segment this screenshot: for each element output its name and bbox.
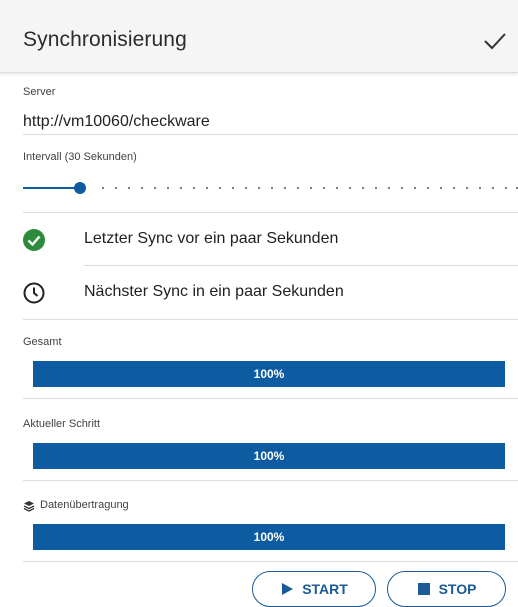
interval-slider[interactable] bbox=[23, 178, 518, 198]
total-progress-bar: 100% bbox=[33, 361, 505, 387]
layers-icon bbox=[23, 501, 35, 512]
data-transfer-divider bbox=[23, 561, 518, 562]
clock-icon bbox=[23, 282, 45, 304]
status-divider bbox=[84, 265, 518, 266]
stop-button[interactable]: STOP bbox=[387, 571, 506, 607]
stop-icon bbox=[417, 583, 430, 595]
data-transfer-progress-bar: 100% bbox=[33, 524, 505, 550]
slider-thumb bbox=[74, 182, 86, 194]
next-sync-text: Nächster Sync in ein paar Sekunden bbox=[84, 283, 344, 300]
check-icon[interactable] bbox=[482, 28, 508, 54]
start-button[interactable]: START bbox=[252, 571, 376, 607]
last-sync-row: Letzter Sync vor ein paar Sekunden bbox=[0, 220, 518, 260]
app-header: Synchronisierung bbox=[0, 0, 518, 73]
server-label: Server bbox=[23, 86, 56, 98]
total-progress-text: 100% bbox=[253, 367, 285, 381]
data-transfer-label: Datenübertragung bbox=[40, 499, 129, 511]
next-sync-row: Nächster Sync in ein paar Sekunden bbox=[0, 273, 518, 313]
page-title: Synchronisierung bbox=[23, 28, 187, 51]
start-button-label: START bbox=[302, 581, 348, 597]
server-divider bbox=[23, 134, 518, 135]
play-icon bbox=[282, 583, 294, 595]
current-step-label: Aktueller Schritt bbox=[23, 418, 101, 430]
interval-divider bbox=[23, 212, 518, 213]
current-step-progress-bar: 100% bbox=[33, 443, 505, 469]
check-circle-icon bbox=[23, 229, 45, 251]
status-bottom-divider bbox=[23, 319, 518, 320]
total-progress-label: Gesamt bbox=[23, 336, 62, 348]
current-step-divider bbox=[23, 480, 518, 481]
last-sync-text: Letzter Sync vor ein paar Sekunden bbox=[84, 230, 339, 247]
stop-button-label: STOP bbox=[438, 581, 477, 597]
server-field[interactable]: http://vm10060/checkware bbox=[23, 113, 210, 131]
data-transfer-progress-text: 100% bbox=[253, 530, 285, 544]
interval-label: Intervall (30 Sekunden) bbox=[23, 151, 137, 163]
total-divider bbox=[23, 398, 518, 399]
current-step-progress-text: 100% bbox=[253, 449, 285, 463]
